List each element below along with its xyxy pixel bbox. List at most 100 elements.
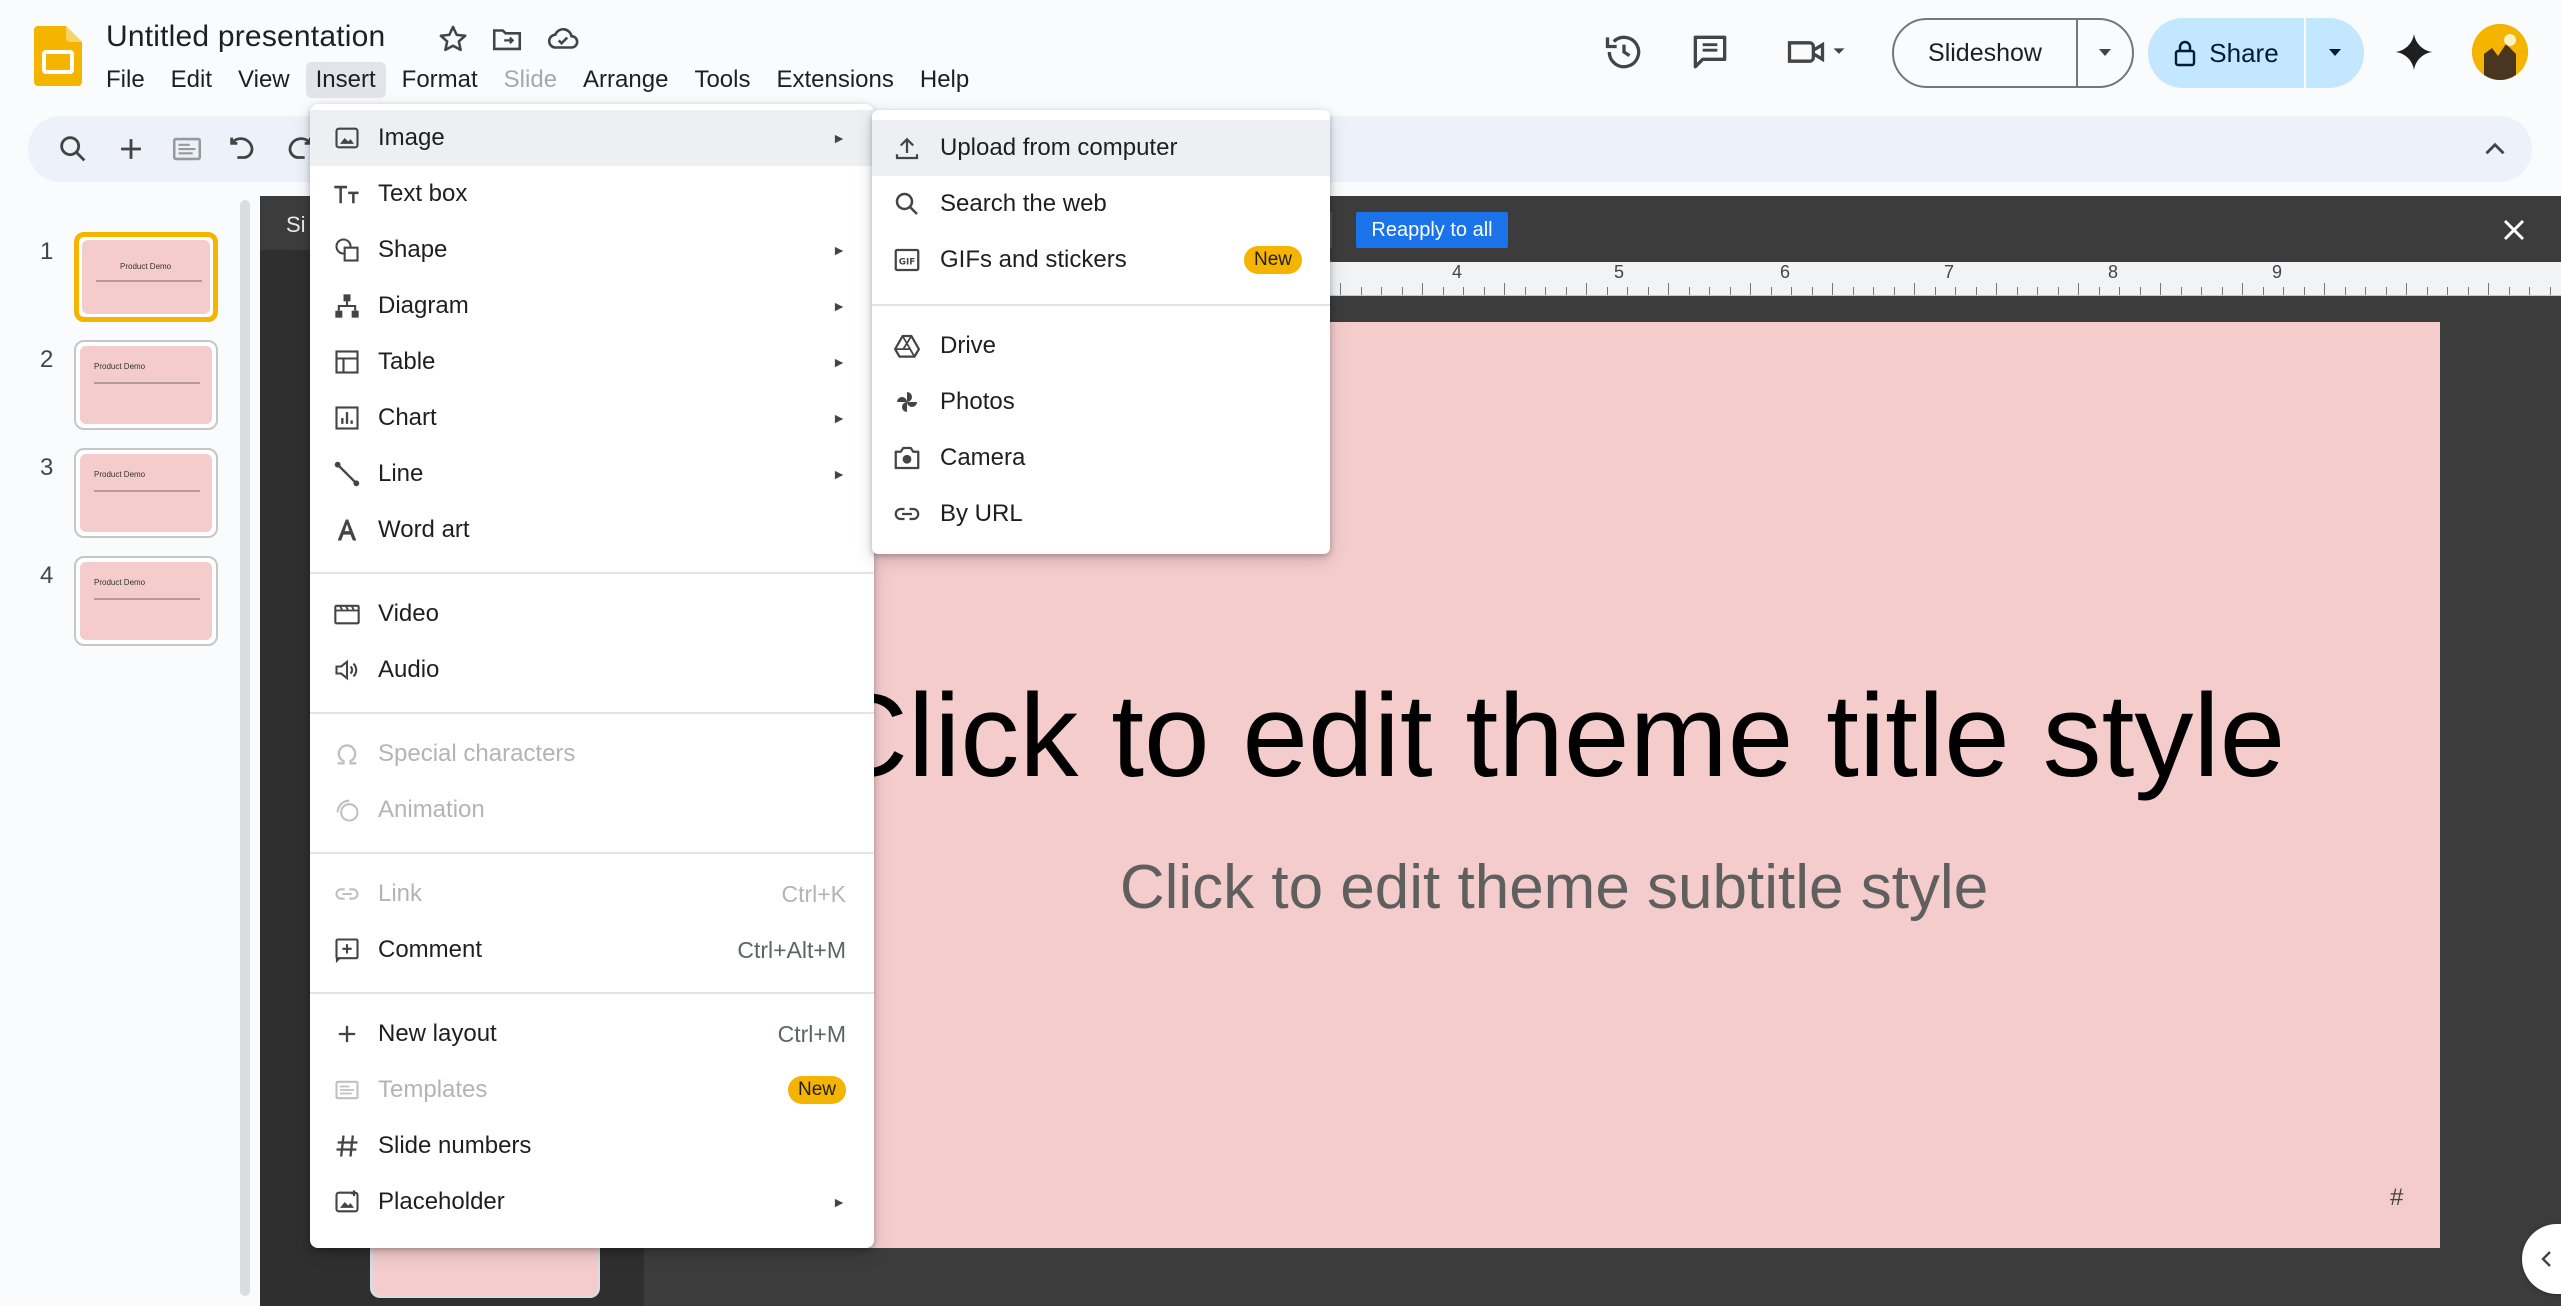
menu-item-label: Table — [378, 348, 436, 375]
layout-icon[interactable] — [170, 132, 204, 166]
meet-camera-icon[interactable] — [1782, 30, 1852, 74]
gemini-sparkle-icon[interactable] — [2392, 30, 2436, 74]
ruler-tick — [1934, 287, 1936, 295]
menu-item-label: Placeholder — [378, 1188, 505, 1215]
share-button[interactable]: Share — [2148, 38, 2304, 69]
menu-slide[interactable]: Slide — [494, 62, 567, 98]
submenu-item-gifs-and-stickers[interactable]: GIF GIFs and stickers New — [872, 232, 1330, 288]
slideshow-button[interactable]: Slideshow — [1894, 39, 2076, 68]
submenu-arrow-icon: ► — [832, 130, 846, 146]
filmstrip-scrollbar[interactable] — [240, 200, 250, 1296]
ruler-tick — [1852, 287, 1854, 295]
cloud-saved-icon[interactable] — [546, 22, 580, 56]
menu-item-table[interactable]: Table ► — [310, 334, 874, 390]
menu-item-word-art[interactable]: Word art — [310, 502, 874, 558]
menu-item-audio[interactable]: Audio — [310, 642, 874, 698]
submenu-item-photos[interactable]: Photos — [872, 374, 1330, 430]
collapse-toolbar-icon[interactable] — [2478, 132, 2512, 166]
menu-item-label: Special characters — [378, 740, 576, 767]
ruler-tick — [2467, 287, 2469, 295]
menu-divider — [310, 712, 874, 714]
horizontal-ruler: 4 5 6 7 8 9 — [1330, 262, 2561, 296]
star-icon[interactable] — [436, 22, 470, 56]
new-slide-icon[interactable] — [114, 132, 148, 166]
menu-extensions[interactable]: Extensions — [766, 62, 903, 98]
ruler-tick — [2242, 283, 2243, 295]
submenu-item-label: Upload from computer — [940, 134, 1178, 161]
menu-tools[interactable]: Tools — [684, 62, 760, 98]
menu-item-shape[interactable]: Shape ► — [310, 222, 874, 278]
slides-logo-icon[interactable] — [34, 26, 82, 86]
menu-insert[interactable]: Insert — [305, 62, 386, 98]
side-panel-toggle[interactable] — [2522, 1224, 2561, 1294]
menu-item-label: Line — [378, 460, 424, 487]
slide-thumbnail-4[interactable]: Product Demo — [74, 556, 218, 646]
comments-icon[interactable] — [1688, 30, 1732, 74]
ruler-tick — [2016, 287, 2018, 295]
ruler-tick — [1381, 287, 1382, 295]
menu-item-new-layout[interactable]: New layout Ctrl+M — [310, 1006, 874, 1062]
share-button-group: Share — [2148, 18, 2364, 88]
slide-subtitle-placeholder[interactable]: Click to edit theme subtitle style — [674, 852, 2434, 923]
submenu-item-camera[interactable]: Camera — [872, 430, 1330, 486]
hash-icon — [332, 1131, 362, 1161]
share-label: Share — [2209, 37, 2279, 68]
menu-item-line[interactable]: Line ► — [310, 446, 874, 502]
submenu-item-search-the-web[interactable]: Search the web — [872, 176, 1330, 232]
slide-thumbnail-3[interactable]: Product Demo — [74, 448, 218, 538]
close-theme-builder-icon[interactable] — [2496, 212, 2532, 248]
menu-item-label: Video — [378, 600, 439, 627]
menu-item-label: Image — [378, 124, 445, 151]
submenu-arrow-icon: ► — [832, 354, 846, 370]
slide-number-placeholder[interactable]: # — [2390, 1184, 2403, 1212]
ruler-tick — [1483, 287, 1485, 295]
shape-icon — [332, 235, 362, 265]
templates-icon — [332, 1075, 362, 1105]
ruler-tick — [1893, 287, 1895, 295]
slide-title-placeholder[interactable]: Click to edit theme title style — [674, 668, 2434, 804]
menu-edit[interactable]: Edit — [161, 62, 222, 98]
ruler-tick — [1627, 287, 1628, 295]
menu-item-comment[interactable]: Comment Ctrl+Alt+M — [310, 922, 874, 978]
account-avatar[interactable] — [2472, 24, 2528, 80]
menu-item-templates[interactable]: Templates New — [310, 1062, 874, 1118]
ruler-tick — [1914, 283, 1915, 295]
search-menus-icon[interactable] — [56, 132, 90, 166]
slide-thumbnail-2[interactable]: Product Demo — [74, 340, 218, 430]
menu-item-diagram[interactable]: Diagram ► — [310, 278, 874, 334]
menu-file[interactable]: File — [96, 62, 155, 98]
ruler-tick — [2426, 287, 2428, 295]
ruler-tick — [2488, 283, 2489, 295]
undo-icon[interactable] — [226, 132, 260, 166]
menu-item-slide-numbers[interactable]: Slide numbers — [310, 1118, 874, 1174]
submenu-item-upload-from-computer[interactable]: Upload from computer — [872, 120, 1330, 176]
menu-item-placeholder[interactable]: Placeholder ► — [310, 1174, 874, 1230]
menu-arrange[interactable]: Arrange — [573, 62, 678, 98]
submenu-arrow-icon: ► — [832, 298, 846, 314]
ruler-label: 4 — [1452, 262, 1463, 282]
menu-view[interactable]: View — [228, 62, 300, 98]
slide-thumbnail-1[interactable]: Product Demo — [74, 232, 218, 322]
menu-divider — [310, 992, 874, 994]
ruler-label: 9 — [2272, 262, 2283, 282]
audio-icon — [332, 655, 362, 685]
submenu-item-drive[interactable]: Drive — [872, 318, 1330, 374]
menu-help[interactable]: Help — [910, 62, 979, 98]
menu-item-link[interactable]: Link Ctrl+K — [310, 866, 874, 922]
move-to-folder-icon[interactable] — [490, 22, 524, 56]
menu-item-chart[interactable]: Chart ► — [310, 390, 874, 446]
document-title[interactable]: Untitled presentation — [106, 20, 385, 54]
slideshow-options-button[interactable] — [2078, 47, 2132, 59]
version-history-icon[interactable] — [1602, 30, 1646, 74]
menu-item-animation[interactable]: Animation — [310, 782, 874, 838]
word-art-icon — [332, 515, 362, 545]
menu-item-video[interactable]: Video — [310, 586, 874, 642]
share-options-button[interactable] — [2306, 47, 2364, 59]
ruler-tick — [2406, 283, 2407, 295]
submenu-item-by-url[interactable]: By URL — [872, 486, 1330, 542]
menu-format[interactable]: Format — [392, 62, 488, 98]
menu-item-special-characters[interactable]: Special characters — [310, 726, 874, 782]
menu-item-image[interactable]: Image ► — [310, 110, 874, 166]
reapply-to-all-button[interactable]: Reapply to all — [1356, 212, 1508, 248]
menu-item-text-box[interactable]: Text box — [310, 166, 874, 222]
